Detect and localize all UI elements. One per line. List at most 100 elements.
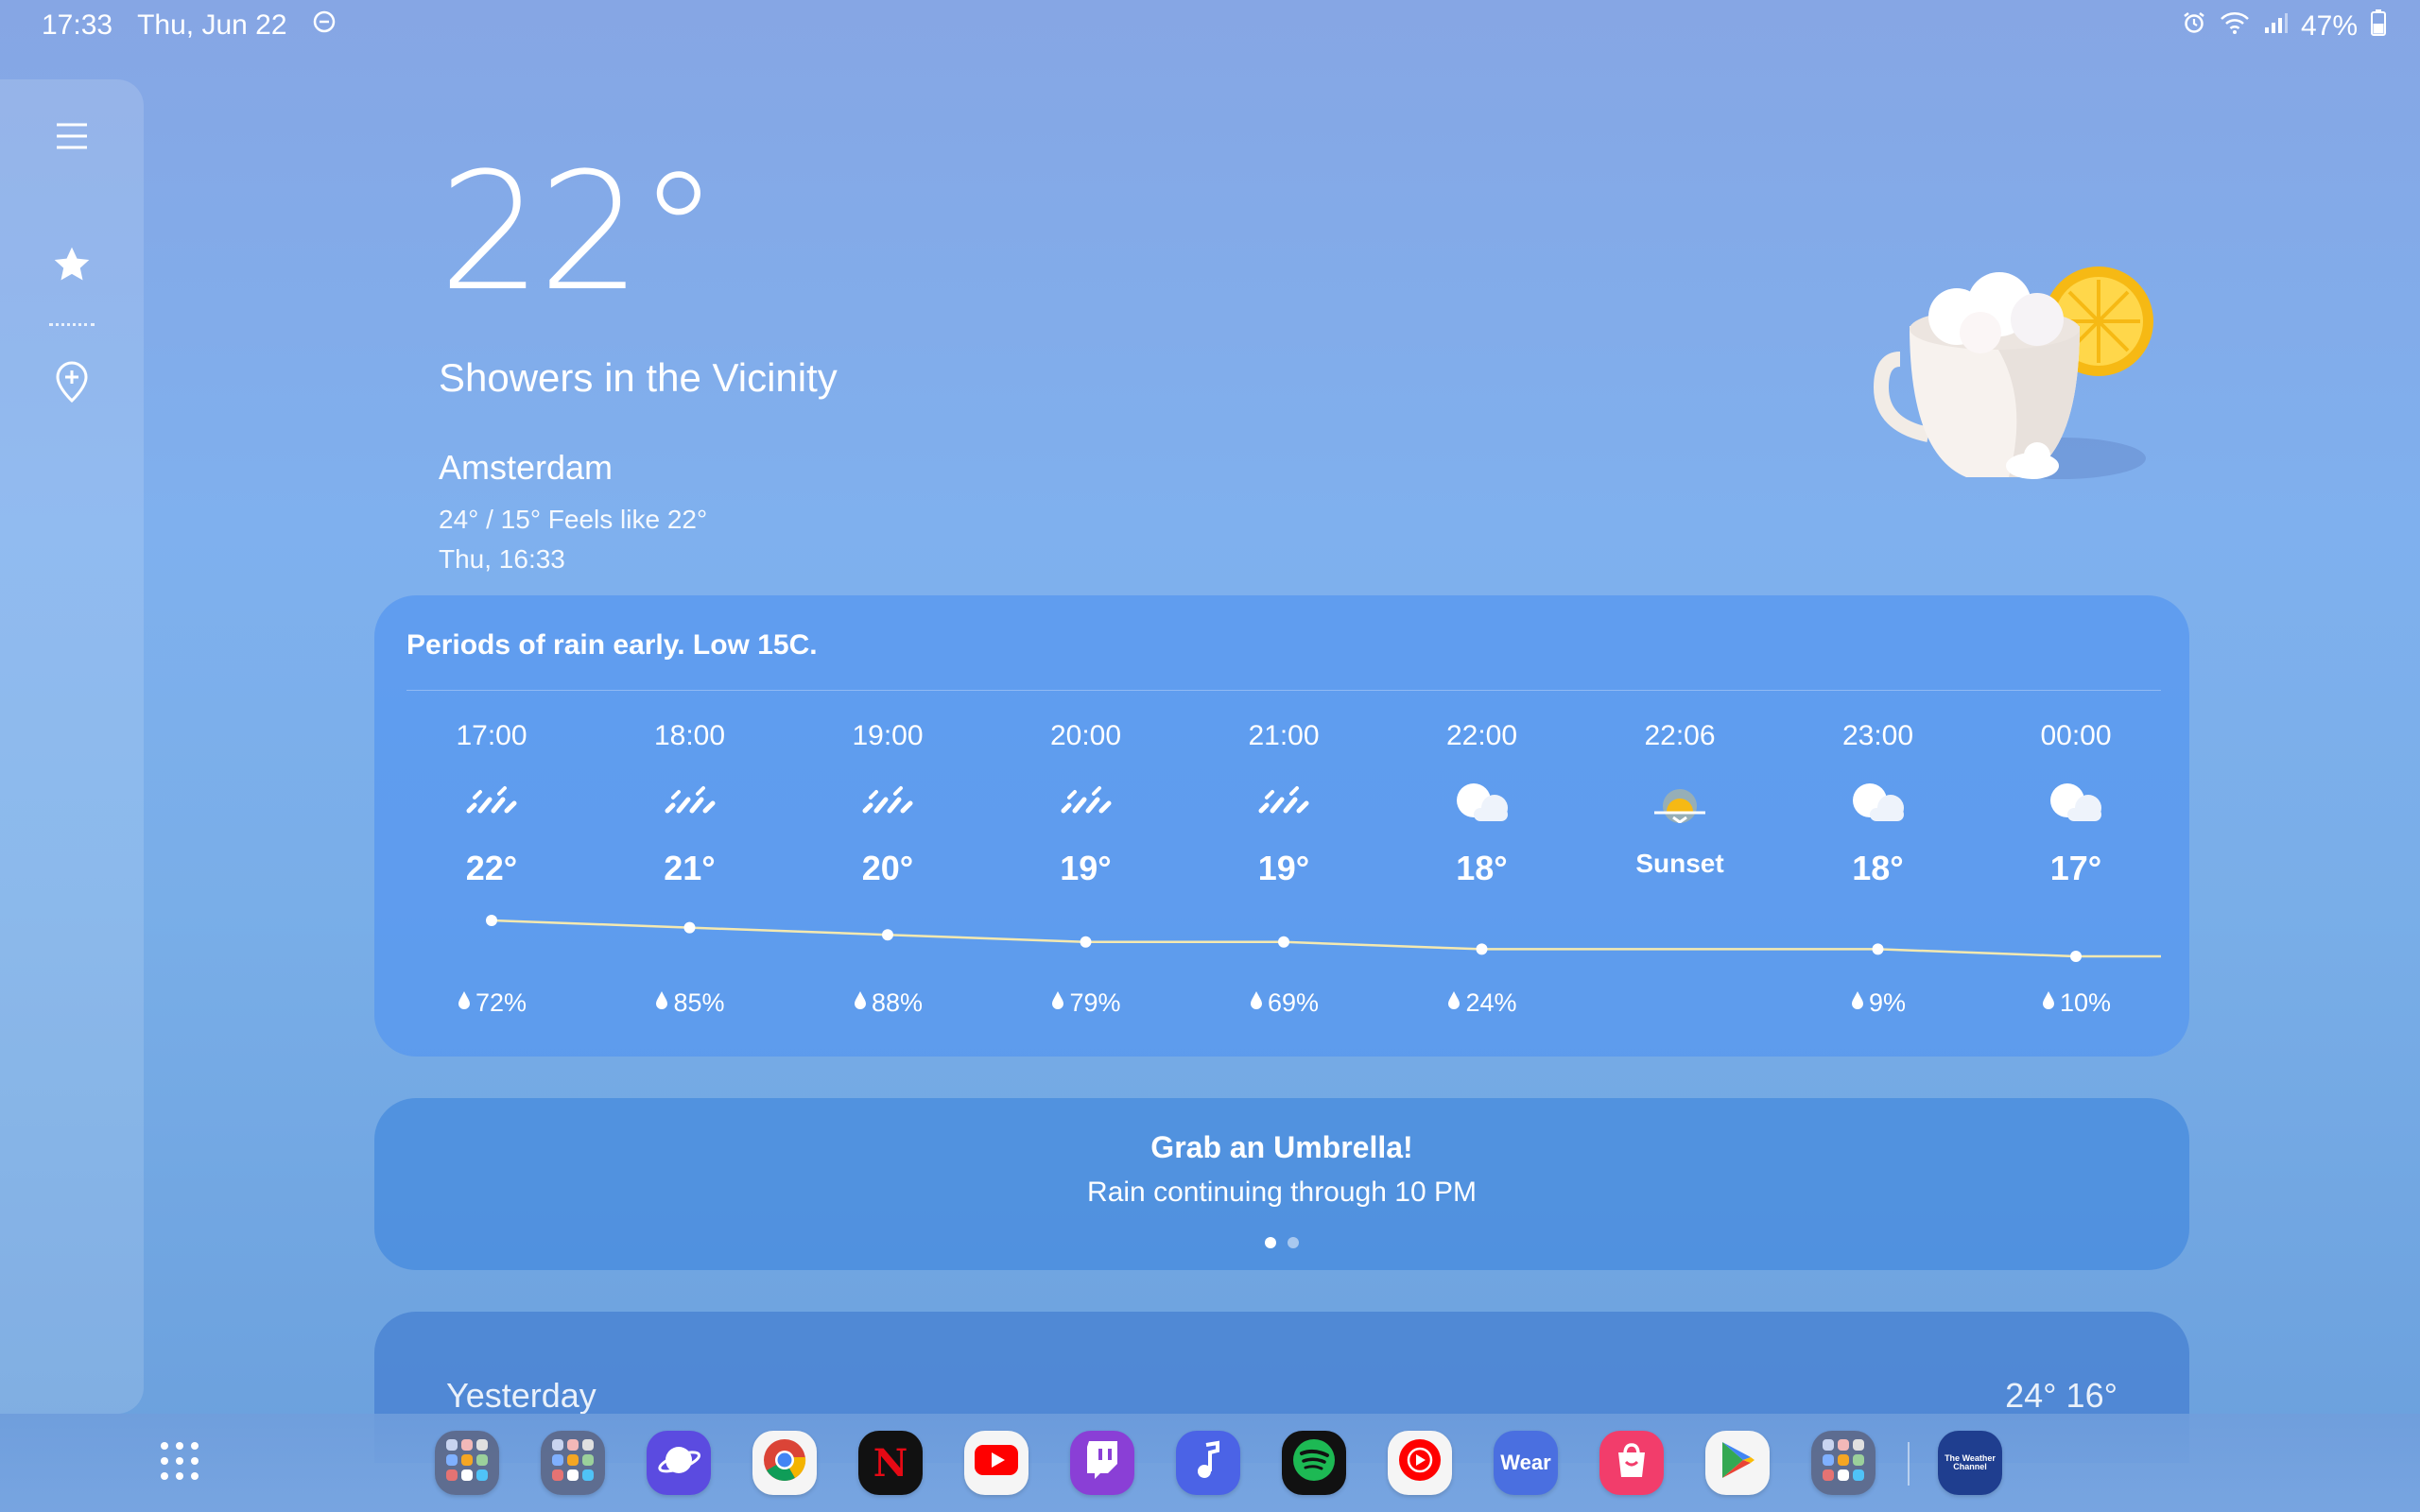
dnd-icon bbox=[312, 9, 337, 42]
folder-icon bbox=[548, 1435, 597, 1491]
precipitation-value: 79% bbox=[1069, 988, 1121, 1017]
rain-icon bbox=[406, 775, 577, 828]
hour-temperature: 20° bbox=[861, 849, 914, 887]
cloudy-night-icon bbox=[1397, 775, 1567, 828]
cloudy-night-icon bbox=[1793, 775, 1963, 828]
status-bar: 17:33 Thu, Jun 22 47% bbox=[0, 0, 2420, 49]
hour-precipitation: 79% bbox=[1001, 988, 1171, 1018]
app-twitch[interactable] bbox=[1070, 1431, 1134, 1495]
app-play-store[interactable] bbox=[1705, 1431, 1770, 1495]
star-icon bbox=[54, 247, 90, 281]
current-temperature: 22° bbox=[439, 137, 719, 327]
current-weather: 22° Showers in the Vicinity Amsterdam 24… bbox=[439, 151, 838, 575]
music-note-icon bbox=[1189, 1439, 1227, 1487]
app-folder-1[interactable] bbox=[435, 1431, 499, 1495]
hourly-item: 00:00 17° bbox=[1991, 720, 2161, 888]
netflix-icon: N bbox=[873, 1440, 908, 1486]
raindrop-icon bbox=[853, 988, 868, 1018]
add-location-button[interactable] bbox=[43, 353, 100, 410]
app-wear[interactable]: Wear bbox=[1494, 1431, 1558, 1495]
menu-button[interactable] bbox=[43, 108, 100, 164]
hour-precipitation: 88% bbox=[803, 988, 973, 1018]
wear-icon: Wear bbox=[1500, 1451, 1551, 1474]
shopping-bag-icon bbox=[1611, 1439, 1652, 1487]
app-youtube-music[interactable] bbox=[1388, 1431, 1452, 1495]
app-chrome[interactable] bbox=[752, 1431, 817, 1495]
hour-precipitation: 24% bbox=[1397, 988, 1567, 1018]
hourly-forecast-card[interactable]: Periods of rain early. Low 15C. 17:00 22°… bbox=[374, 595, 2189, 1057]
add-location-icon bbox=[56, 361, 88, 404]
hour-temperature: 19° bbox=[1257, 849, 1310, 887]
hour-precipitation: 72% bbox=[406, 988, 577, 1018]
app-folder-2[interactable] bbox=[541, 1431, 605, 1495]
hour-time: 22:00 bbox=[1445, 720, 1518, 751]
hourly-item: 21:00 19° bbox=[1199, 720, 1369, 888]
app-samsung-internet[interactable] bbox=[647, 1431, 711, 1495]
temp-range-feels-like: 24° / 15° Feels like 22° bbox=[439, 505, 708, 534]
yesterday-label: Yesterday bbox=[446, 1376, 596, 1415]
app-folder-3[interactable] bbox=[1811, 1431, 1876, 1495]
precipitation-value: 72% bbox=[475, 988, 527, 1017]
forecast-summary: Periods of rain early. Low 15C. bbox=[406, 629, 818, 661]
temperature-point bbox=[486, 915, 497, 926]
hour-time: 17:00 bbox=[456, 720, 527, 751]
raindrop-icon bbox=[1850, 988, 1865, 1018]
tip-subtitle: Rain continuing through 10 PM bbox=[1087, 1177, 1477, 1208]
hourly-item: 19:00 20° bbox=[803, 720, 973, 888]
signal-icon bbox=[2263, 10, 2288, 43]
weather-illustration-cup-icon bbox=[1873, 266, 2153, 479]
raindrop-icon bbox=[1249, 988, 1264, 1018]
app-spotify[interactable] bbox=[1282, 1431, 1346, 1495]
hourly-item: 23:00 18° bbox=[1793, 720, 1963, 888]
hourly-item: 18:00 21° bbox=[605, 720, 775, 888]
temperature-point bbox=[1080, 936, 1092, 948]
hour-temperature: 18° bbox=[1852, 849, 1904, 887]
raindrop-icon bbox=[457, 988, 472, 1018]
raindrop-icon bbox=[1446, 988, 1461, 1018]
hour-time: 21:00 bbox=[1248, 720, 1320, 751]
temperature-point bbox=[1278, 936, 1289, 948]
rain-icon bbox=[1001, 775, 1171, 828]
hourly-item: 22:00 18° bbox=[1397, 720, 1567, 888]
youtube-icon bbox=[973, 1443, 1020, 1484]
app-netflix[interactable]: N bbox=[858, 1431, 923, 1495]
page-dot bbox=[1288, 1237, 1299, 1248]
precipitation-value: 88% bbox=[871, 988, 924, 1017]
temperature-line bbox=[491, 919, 2161, 958]
hour-time: 19:00 bbox=[852, 720, 924, 751]
raindrop-icon bbox=[2041, 988, 2056, 1018]
app-the-weather-channel[interactable]: The Weather Channel bbox=[1938, 1431, 2002, 1495]
hour-temperature: 22° bbox=[465, 849, 518, 887]
hour-precipitation: 9% bbox=[1793, 988, 1963, 1018]
rain-icon bbox=[605, 775, 775, 828]
alarm-icon bbox=[2182, 10, 2206, 43]
app-music[interactable] bbox=[1176, 1431, 1240, 1495]
temperature-point bbox=[2070, 951, 2082, 962]
app-galaxy-store[interactable] bbox=[1599, 1431, 1664, 1495]
weather-tip-card[interactable]: Grab an Umbrella! Rain continuing throug… bbox=[374, 1098, 2189, 1270]
precipitation-value: 24% bbox=[1465, 988, 1517, 1017]
twitch-icon bbox=[1083, 1439, 1121, 1487]
hourly-item: 20:00 19° bbox=[1001, 720, 1171, 888]
status-date: Thu, Jun 22 bbox=[137, 9, 287, 41]
precipitation-value: 85% bbox=[673, 988, 725, 1017]
apps-grid-button[interactable] bbox=[161, 1442, 200, 1482]
hourly-item: 22:06 Sunset bbox=[1595, 720, 1765, 879]
taskbar-separator bbox=[1908, 1442, 1910, 1486]
temperature-point bbox=[882, 929, 893, 941]
hour-temperature: 18° bbox=[1456, 849, 1508, 887]
page-indicator bbox=[374, 1237, 2189, 1248]
temperature-point bbox=[1476, 943, 1488, 955]
precipitation-value: 9% bbox=[1868, 988, 1907, 1017]
temperature-point bbox=[683, 921, 696, 934]
location-name: Amsterdam bbox=[439, 448, 614, 487]
sunset-icon bbox=[1595, 775, 1765, 828]
app-youtube[interactable] bbox=[964, 1431, 1028, 1495]
battery-icon bbox=[2371, 9, 2386, 43]
spotify-icon bbox=[1290, 1436, 1338, 1490]
hour-temperature: 19° bbox=[1060, 849, 1112, 887]
side-panel bbox=[0, 79, 144, 1414]
updated-time: Thu, 16:33 bbox=[439, 544, 565, 574]
favorite-location-button[interactable] bbox=[43, 236, 100, 293]
hour-time: 23:00 bbox=[1841, 720, 1914, 751]
